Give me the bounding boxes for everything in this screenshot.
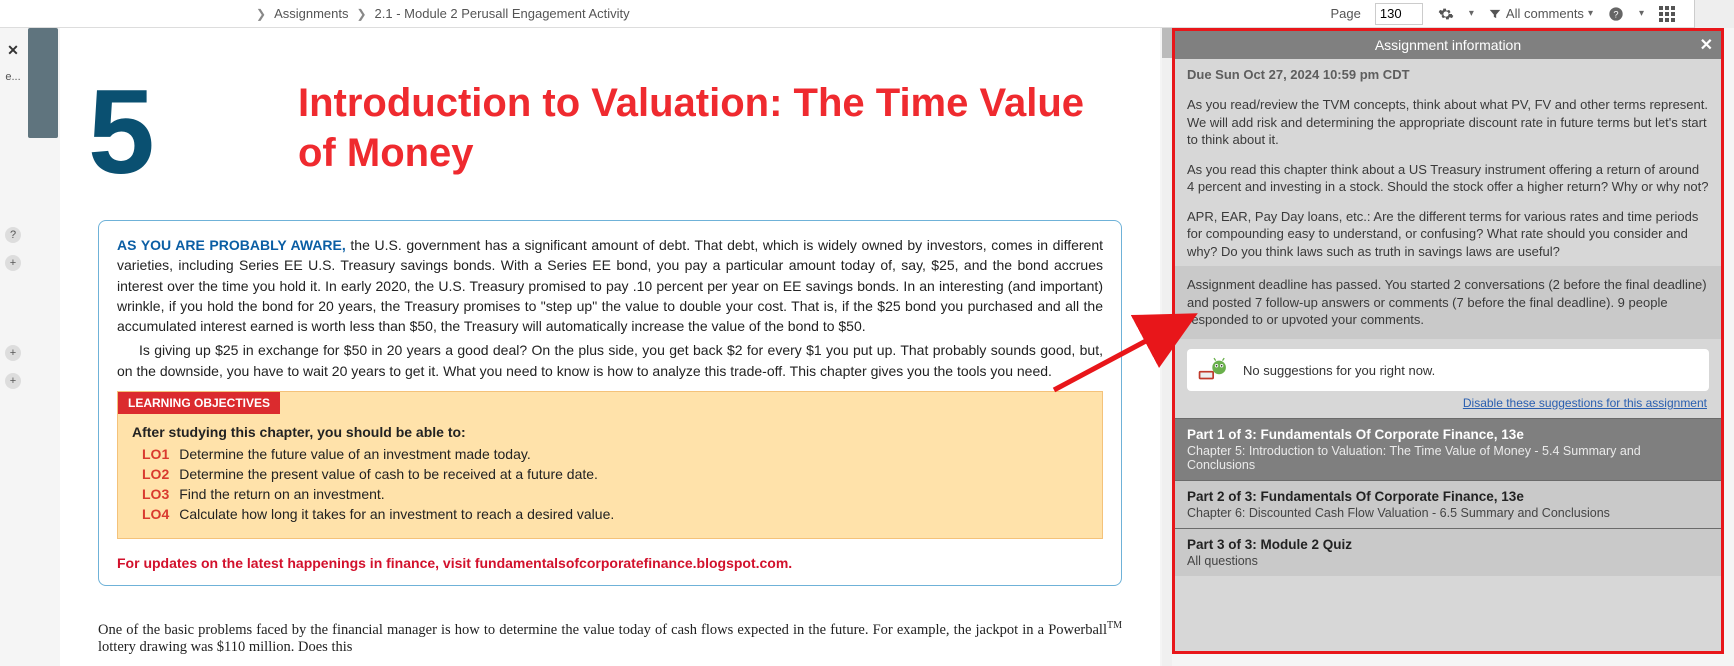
due-date: Due Sun Oct 27, 2024 10:59 pm CDT [1175,59,1721,90]
chevron-right-icon: ❯ [356,7,366,21]
chapter-title: Introduction to Valuation: The Time Valu… [298,78,1122,178]
part-title: Part 2 of 3: Fundamentals Of Corporate F… [1187,489,1709,504]
status-box: Assignment deadline has passed. You star… [1175,266,1721,339]
lo-code: LO1 [142,446,169,462]
scrollbar[interactable] [1162,28,1172,666]
breadcrumb-assignments[interactable]: Assignments [274,6,348,21]
breadcrumb-current: 2.1 - Module 2 Perusall Engagement Activ… [375,6,630,21]
intro-box: AS YOU ARE PROBABLY AWARE, the U.S. gove… [98,220,1122,586]
part-desc: Chapter 6: Discounted Cash Flow Valuatio… [1187,506,1709,520]
comments-filter-label: All comments [1506,6,1584,21]
intro-para-1[interactable]: AS YOU ARE PROBABLY AWARE, the U.S. gove… [117,235,1103,336]
disable-suggestions-row: Disable these suggestions for this assig… [1175,395,1721,418]
breadcrumb: ❯ Assignments ❯ 2.1 - Module 2 Perusall … [0,6,630,21]
page-label: Page [1331,6,1361,21]
page-input[interactable] [1375,3,1423,25]
tm-superscript: TM [1107,620,1122,631]
body-para[interactable]: One of the basic problems faced by the f… [98,620,1122,656]
lo-text[interactable]: Determine the future value of an investm… [179,446,531,462]
part-block-2[interactable]: Part 2 of 3: Fundamentals Of Corporate F… [1175,480,1721,528]
page-stack-indicator[interactable] [28,28,58,138]
gear-icon[interactable] [1437,5,1455,23]
learning-objectives-box: LEARNING OBJECTIVES After studying this … [117,391,1103,539]
comments-filter[interactable]: All comments ▾ [1488,6,1593,21]
lo-item: LO3 Find the return on an investment. [142,486,1088,502]
body-b: lottery drawing was $110 million. Does t… [98,639,352,655]
learning-objectives-header: LEARNING OBJECTIVES [118,392,280,414]
intro-lead: AS YOU ARE PROBABLY AWARE, [117,237,346,253]
lo-item: LO1 Determine the future value of an inve… [142,446,1088,462]
lo-code: LO4 [142,506,169,522]
part-block-3[interactable]: Part 3 of 3: Module 2 Quiz All questions [1175,528,1721,576]
assignment-info-panel: Assignment information ✕ Due Sun Oct 27,… [1172,28,1724,654]
add-bubble-icon-2[interactable]: + [5,345,21,361]
part-title: Part 1 of 3: Fundamentals Of Corporate F… [1187,427,1709,442]
scrollbar-thumb[interactable] [1162,28,1172,58]
gear-caret-icon[interactable]: ▾ [1469,8,1474,19]
topbar-right: Page ▾ All comments ▾ ? ▾ [1331,3,1695,25]
lo-text[interactable]: Calculate how long it takes for an inves… [179,506,614,522]
body-a: One of the basic problems faced by the f… [98,622,1107,638]
disable-suggestions-link[interactable]: Disable these suggestions for this assig… [1463,396,1707,410]
help-caret-icon[interactable]: ▾ [1639,8,1644,19]
lo-item: LO2 Determine the present value of cash t… [142,466,1088,482]
lo-code: LO3 [142,486,169,502]
document-viewport[interactable]: 5 Introduction to Valuation: The Time Va… [60,28,1160,666]
apps-icon[interactable] [1658,5,1676,23]
topbar: ❯ Assignments ❯ 2.1 - Module 2 Perusall … [0,0,1734,28]
suggestion-text: No suggestions for you right now. [1243,363,1435,378]
suggestion-row: No suggestions for you right now. [1187,349,1709,391]
ellipsis-label: e... [5,71,20,83]
bookworm-icon [1197,357,1231,383]
chapter-number: 5 [88,72,155,192]
lo-text[interactable]: Find the return on an investment. [179,486,384,502]
add-bubble-icon-3[interactable]: + [5,373,21,389]
svg-text:?: ? [1613,9,1618,19]
lo-text[interactable]: Determine the present value of cash to b… [179,466,598,482]
chevron-right-icon: ❯ [256,7,266,21]
lo-item: LO4 Calculate how long it takes for an in… [142,506,1088,522]
panel-body: Due Sun Oct 27, 2024 10:59 pm CDT As you… [1175,59,1721,576]
close-icon[interactable]: ✕ [7,42,19,59]
panel-para-3: APR, EAR, Pay Day loans, etc.: Are the d… [1175,202,1721,267]
page: 5 Introduction to Valuation: The Time Va… [60,28,1160,666]
panel-title: Assignment information [1375,37,1521,53]
lo-after: After studying this chapter, you should … [132,424,1088,440]
update-link[interactable]: For updates on the latest happenings in … [117,555,1103,571]
part-desc: All questions [1187,554,1709,568]
left-gutter: ✕ e... ? + + + [0,28,26,666]
help-bubble-icon[interactable]: ? [5,227,21,243]
part-desc: Chapter 5: Introduction to Valuation: Th… [1187,444,1709,472]
caret-down-icon: ▾ [1588,8,1593,19]
intro-para-2[interactable]: Is giving up $25 in exchange for $50 in … [117,340,1103,381]
part-block-1[interactable]: Part 1 of 3: Fundamentals Of Corporate F… [1175,418,1721,480]
panel-para-2: As you read this chapter think about a U… [1175,155,1721,202]
close-icon[interactable]: ✕ [1700,35,1713,55]
part-title: Part 3 of 3: Module 2 Quiz [1187,537,1709,552]
panel-para-1: As you read/review the TVM concepts, thi… [1175,90,1721,155]
help-icon[interactable]: ? [1607,5,1625,23]
panel-header: Assignment information ✕ [1175,31,1721,59]
add-bubble-icon[interactable]: + [5,255,21,271]
right-edge [1694,0,1734,28]
lo-code: LO2 [142,466,169,482]
